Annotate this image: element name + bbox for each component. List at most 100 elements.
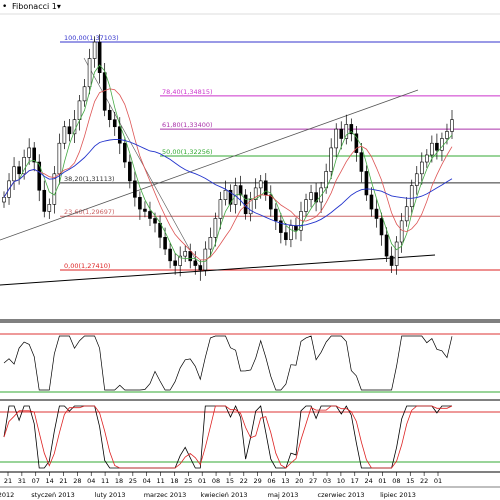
candle-body[interactable]	[409, 185, 414, 208]
candle-body[interactable]	[148, 211, 152, 219]
x-tick-label: 29	[254, 477, 262, 485]
candle-body[interactable]	[334, 128, 339, 149]
x-tick-label: 22	[420, 477, 428, 485]
x-tick-label: 04	[143, 477, 151, 485]
candle-body[interactable]	[450, 119, 454, 132]
x-tick-label: 11	[156, 477, 164, 485]
candle-body[interactable]	[188, 251, 193, 262]
candle-body[interactable]	[294, 225, 298, 231]
fib-level-label: 78,40(1,34815)	[162, 88, 213, 96]
candle-body[interactable]	[2, 197, 6, 203]
fib-level-label: 100,00(1,37103)	[64, 34, 119, 42]
x-tick-label: 03	[323, 477, 331, 485]
fib-level-label: 0,00(1,27410)	[64, 262, 110, 270]
candle-body[interactable]	[389, 255, 394, 266]
candle-body[interactable]	[414, 173, 419, 186]
x-tick-label: 08	[212, 477, 220, 485]
candle-body[interactable]	[107, 109, 112, 120]
candle-body[interactable]	[425, 154, 429, 163]
candle-body[interactable]	[359, 152, 364, 172]
candle-body[interactable]	[364, 171, 369, 196]
x-tick-label: 25	[129, 477, 137, 485]
x-tick-label: 13	[281, 477, 289, 485]
candle-body[interactable]	[117, 126, 122, 144]
x-tick-label: 27	[309, 477, 317, 485]
candle-body[interactable]	[77, 100, 82, 120]
candle-body[interactable]	[404, 206, 409, 222]
x-tick-label: 17	[351, 477, 359, 485]
x-month-label: luty 2013	[95, 491, 126, 499]
candle-body[interactable]	[87, 58, 92, 88]
candle-body[interactable]	[153, 218, 157, 224]
candle-body[interactable]	[284, 232, 288, 240]
candle-body[interactable]	[97, 41, 102, 73]
candle-body[interactable]	[17, 166, 21, 175]
candle-body[interactable]	[263, 180, 268, 196]
candle-body[interactable]	[138, 197, 142, 210]
stoch-d-line	[3, 405, 453, 469]
candle-body[interactable]	[133, 180, 137, 198]
candle-body[interactable]	[57, 142, 62, 175]
candle-body[interactable]	[193, 260, 198, 266]
x-tick-label: 25	[184, 477, 192, 485]
stoch-k-line	[3, 405, 452, 469]
candle-body[interactable]	[128, 161, 132, 182]
x-month-label: czerwiec 2013	[318, 491, 365, 499]
x-tick-label: 07	[32, 477, 40, 485]
candle-body[interactable]	[62, 126, 67, 144]
candle-body[interactable]	[213, 218, 218, 238]
candle-body[interactable]	[289, 225, 293, 240]
candle-body[interactable]	[329, 147, 333, 172]
candle-body[interactable]	[445, 131, 449, 139]
candle-body[interactable]	[183, 251, 188, 257]
candle-body[interactable]	[309, 192, 313, 200]
candle-body[interactable]	[223, 189, 228, 200]
candle-body[interactable]	[374, 208, 379, 219]
candle-body[interactable]	[344, 124, 349, 139]
candle-body[interactable]	[394, 241, 399, 266]
x-tick-label: 15	[226, 477, 234, 485]
candle-body[interactable]	[218, 199, 223, 219]
candle-body[interactable]	[163, 237, 167, 250]
x-tick-label: 04	[87, 477, 95, 485]
candle-body[interactable]	[67, 126, 72, 135]
x-month-label: maj 2013	[268, 491, 299, 499]
candle-body[interactable]	[379, 218, 384, 236]
candle-body[interactable]	[274, 208, 278, 222]
candle-body[interactable]	[112, 119, 117, 128]
candle-body[interactable]	[173, 260, 177, 266]
candle-body[interactable]	[92, 41, 97, 59]
x-tick-label: 08	[392, 477, 400, 485]
candle-body[interactable]	[208, 237, 213, 250]
osc1-line	[3, 335, 453, 391]
price-chart[interactable]: 100,00(1,37103) 78,40(1,34815) 61,80(1,334…	[0, 0, 500, 500]
candle-body[interactable]	[339, 128, 344, 139]
x-tick-label: 11	[101, 477, 109, 485]
candle-body[interactable]	[102, 72, 107, 111]
candle-body[interactable]	[47, 204, 52, 212]
candle-body[interactable]	[143, 208, 147, 212]
candle-body[interactable]	[258, 180, 263, 189]
candle-body[interactable]	[82, 86, 87, 102]
candle-body[interactable]	[168, 248, 172, 262]
candle-body[interactable]	[369, 194, 374, 210]
x-tick-label: 15	[406, 477, 414, 485]
x-tick-label: 31	[18, 477, 26, 485]
candle-body[interactable]	[27, 147, 31, 158]
candle-body[interactable]	[435, 142, 439, 151]
fib-level-label: 23,60(1,29697)	[64, 208, 115, 216]
candle-body[interactable]	[42, 189, 47, 212]
x-month-label: 2012	[0, 491, 14, 499]
candle-body[interactable]	[304, 199, 308, 212]
fib-level-label: 50,00(1,32256)	[162, 148, 213, 156]
candle-body[interactable]	[384, 234, 389, 257]
candle-body[interactable]	[123, 142, 127, 163]
candle-body[interactable]	[198, 265, 203, 271]
candle-body[interactable]	[419, 161, 424, 175]
candle-body[interactable]	[399, 220, 404, 243]
candle-body[interactable]	[12, 166, 16, 182]
upper-trendline[interactable]	[0, 89, 419, 241]
candle-body[interactable]	[430, 142, 434, 156]
x-tick-label: 10	[337, 477, 345, 485]
x-tick-label: 01	[434, 477, 442, 485]
